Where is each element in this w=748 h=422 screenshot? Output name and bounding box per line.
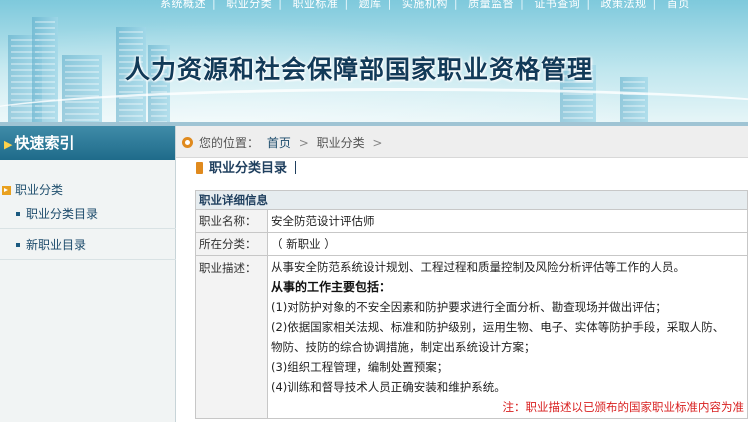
description-block: 从事安全防范系统设计规划、工程过程和质量控制及风险分析评估等工作的人员。 从事的…	[271, 257, 744, 417]
table-row: 所在分类： （ 新职业 ）	[195, 232, 748, 256]
site-banner: 系统概述 | 职业分类 | 职业标准 | 题库 | 实施机构 | 质量监督 | 证书查询 | …	[0, 0, 748, 125]
task-line: (2)依据国家相关法规、标准和防护级别，运用生物、电子、实体等防护手段，采取人防…	[271, 320, 725, 334]
sidebar-header-label: 快速索引	[14, 134, 75, 152]
category-value: （ 新职业 ）	[267, 232, 748, 256]
breadcrumb-separator: >	[298, 136, 309, 150]
task-line: (4)训练和督导技术人员正确安装和维护系统。	[271, 380, 506, 394]
description-cell: 从事安全防范系统设计规划、工程过程和质量控制及风险分析评估等工作的人员。 从事的…	[267, 255, 748, 419]
breadcrumb-separator: >	[372, 136, 383, 150]
sidebar-header: ▶ 快速索引	[0, 126, 175, 160]
occupation-detail-table: 职业详细信息 职业名称： 安全防范设计评估师 所在分类： （ 新职业 ） 职业描…	[195, 190, 748, 419]
description-label: 职业描述：	[195, 255, 268, 419]
category-label: 所在分类：	[195, 232, 268, 256]
description-note: 注：职业描述以已颁布的国家职业标准内容为准	[502, 400, 745, 414]
sidebar-item-new-occupation-catalog[interactable]: 新职业目录	[0, 230, 176, 260]
sidebar: ▶ 快速索引 职业分类 职业分类目录 新职业目录	[0, 126, 176, 422]
bullet-icon	[16, 212, 20, 216]
name-value: 安全防范设计评估师	[267, 209, 748, 233]
flag-icon	[196, 162, 203, 174]
sidebar-item-label: 职业分类目录	[26, 207, 99, 221]
arrow-icon: ▶	[4, 138, 13, 151]
nav-item-quality[interactable]: 质量监督	[468, 0, 514, 10]
nav-item-home[interactable]: 首页	[667, 0, 690, 10]
title-divider	[295, 161, 297, 174]
section-title: 职业分类目录	[196, 160, 297, 178]
breadcrumb: 您的位置： 首页 > 职业分类 >	[176, 126, 748, 158]
location-icon	[182, 137, 193, 148]
breadcrumb-home-link[interactable]: 首页	[267, 136, 291, 150]
breadcrumb-current[interactable]: 职业分类	[317, 136, 365, 150]
table-header-row: 职业详细信息	[195, 190, 748, 210]
nav-item-policy[interactable]: 政策法规	[601, 0, 647, 10]
table-row: 职业名称： 安全防范设计评估师	[195, 209, 748, 233]
name-label: 职业名称：	[195, 209, 268, 233]
task-line: (3)组织工程管理，编制处置预案；	[271, 360, 449, 374]
table-header: 职业详细信息	[195, 190, 748, 210]
section-title-label: 职业分类目录	[209, 161, 288, 176]
site-title: 人力资源和社会保障部国家职业资格管理	[125, 55, 594, 84]
breadcrumb-prefix: 您的位置：	[199, 136, 260, 150]
nav-item-certificate[interactable]: 证书查询	[534, 0, 580, 10]
nav-item-question-bank[interactable]: 题库	[359, 0, 382, 10]
sidebar-category[interactable]: 职业分类	[0, 182, 63, 198]
nav-item-classification[interactable]: 职业分类	[226, 0, 272, 10]
sidebar-item-classification-catalog[interactable]: 职业分类目录	[0, 199, 176, 229]
task-line: 物防、技防的综合协调措施，制定出系统设计方案；	[271, 340, 536, 354]
nav-item-standards[interactable]: 职业标准	[292, 0, 338, 10]
nav-item-overview[interactable]: 系统概述	[160, 0, 206, 10]
category-arrow-icon	[2, 186, 11, 195]
bullet-icon	[16, 243, 20, 247]
sidebar-item-label: 新职业目录	[26, 238, 87, 252]
top-nav: 系统概述 | 职业分类 | 职业标准 | 题库 | 实施机构 | 质量监督 | 证书查询 | …	[160, 0, 696, 11]
tasks-title: 从事的工作主要包括：	[271, 280, 392, 294]
nav-item-institutions[interactable]: 实施机构	[402, 0, 448, 10]
description-intro: 从事安全防范系统设计规划、工程过程和质量控制及风险分析评估等工作的人员。	[271, 260, 685, 274]
sidebar-category-label: 职业分类	[15, 183, 64, 197]
table-row: 职业描述： 从事安全防范系统设计规划、工程过程和质量控制及风险分析评估等工作的人…	[195, 255, 748, 419]
task-line: (1)对防护对象的不安全因素和防护要求进行全面分析、勘查现场并做出评估；	[271, 300, 667, 314]
